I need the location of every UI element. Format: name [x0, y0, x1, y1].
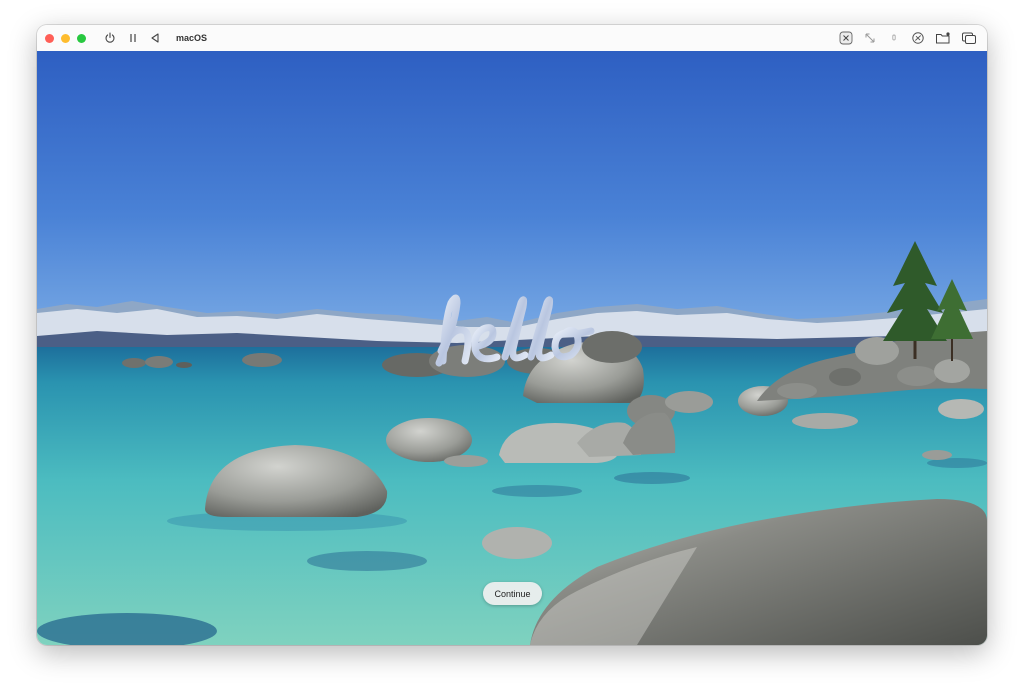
- zoom-button[interactable]: [77, 33, 86, 43]
- vm-display[interactable]: hello Continue: [37, 51, 987, 645]
- close-button[interactable]: [45, 33, 54, 43]
- vm-window: macOS Continue: [37, 25, 987, 645]
- window-mode-icon[interactable]: [961, 31, 977, 45]
- window-controls: [45, 33, 86, 43]
- keyboard-capture-icon[interactable]: [839, 31, 853, 45]
- network-icon[interactable]: [911, 31, 925, 45]
- resize-arrows-icon[interactable]: [863, 31, 877, 45]
- back-triangle-icon[interactable]: [150, 32, 160, 44]
- toolbar-right: [839, 25, 977, 51]
- pause-icon[interactable]: [128, 32, 138, 44]
- title-bar: macOS: [37, 25, 987, 52]
- continue-button[interactable]: Continue: [483, 582, 542, 605]
- shared-folder-icon[interactable]: [935, 31, 951, 45]
- microphone-icon[interactable]: [887, 31, 901, 45]
- minimize-button[interactable]: [61, 33, 70, 43]
- window-title: macOS: [176, 33, 208, 43]
- hello-greeting-graphic: [435, 294, 595, 367]
- vm-controls: [104, 32, 160, 44]
- power-icon[interactable]: [104, 32, 116, 44]
